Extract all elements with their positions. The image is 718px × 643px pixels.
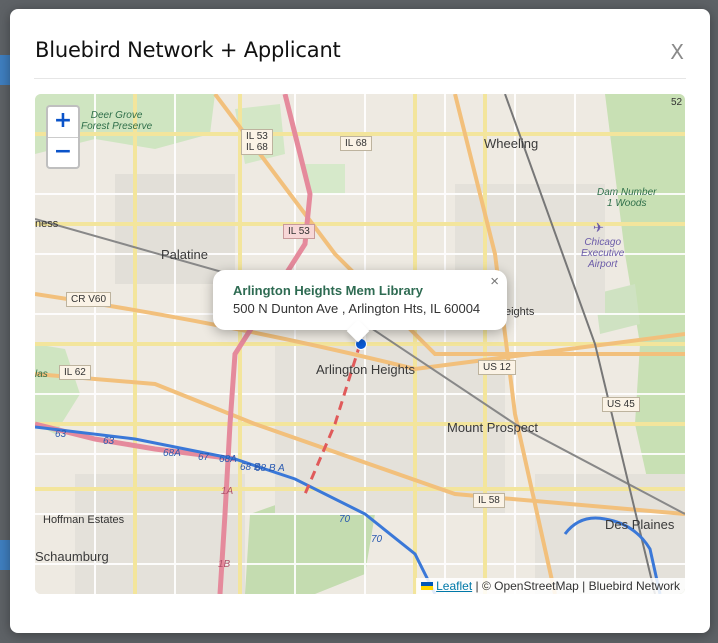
- route-shield: IL 62: [59, 365, 91, 380]
- place-label: Wheeling: [484, 136, 539, 151]
- popup-location-address: 500 N Dunton Ave , Arlington Hts, IL 600…: [233, 301, 481, 316]
- place-label: Schaumburg: [35, 549, 109, 564]
- route-shield: IL 53: [283, 224, 315, 239]
- route-label: 68A: [163, 448, 181, 459]
- popup-location-name: Arlington Heights Mem Library: [233, 283, 423, 298]
- backdrop-accent: [0, 55, 10, 85]
- airport-icon: ✈: [593, 220, 604, 235]
- close-button[interactable]: X: [670, 40, 684, 64]
- place-label: eights: [505, 306, 535, 318]
- zoom-out-button[interactable]: −: [48, 138, 78, 168]
- zoom-in-button[interactable]: +: [48, 107, 78, 138]
- location-popup: × Arlington Heights Mem Library 500 N Du…: [213, 270, 507, 330]
- route-label: 1A: [221, 486, 234, 497]
- place-label: Hoffman Estates: [43, 514, 125, 526]
- route-label: 70: [339, 514, 351, 525]
- park-label: Deer Grove Forest Preserve: [81, 110, 153, 132]
- zoom-control: + −: [46, 105, 80, 169]
- attribution-text: | © OpenStreetMap | Bluebird Network: [472, 579, 680, 593]
- place-label: las: [35, 369, 48, 380]
- modal-title: Bluebird Network + Applicant: [35, 38, 341, 62]
- modal-header: Bluebird Network + Applicant X: [34, 9, 686, 79]
- route-shield: US 45: [602, 397, 640, 412]
- route-label: 70: [371, 534, 383, 545]
- map-view[interactable]: + − Wheeling Palatine Arlington Heights …: [35, 94, 685, 594]
- place-label: Mount Prospect: [447, 420, 539, 435]
- park-label: Dam Number 1 Woods: [597, 187, 657, 209]
- map-modal: Bluebird Network + Applicant X + − Wheel…: [10, 9, 710, 633]
- route-label: 63: [103, 436, 115, 447]
- route-shield: US 12: [478, 360, 516, 375]
- place-label: Palatine: [161, 247, 208, 262]
- leaflet-link[interactable]: Leaflet: [436, 579, 472, 593]
- place-label: Arlington Heights: [316, 362, 415, 377]
- route-shield: IL 68: [340, 136, 372, 151]
- airport-label: Chicago Executive Airport: [581, 237, 625, 270]
- map-attribution: Leaflet | © OpenStreetMap | Bluebird Net…: [416, 578, 685, 594]
- route-label: 1B: [218, 559, 231, 570]
- route-label: 68A: [219, 454, 237, 465]
- place-label: Des Plaines: [605, 517, 675, 532]
- backdrop-accent: [0, 540, 10, 570]
- route-shield: IL 58: [473, 493, 505, 508]
- place-label: ness: [35, 218, 59, 230]
- route-shield: IL 53 IL 68: [241, 129, 273, 155]
- route-label: 68 B A: [255, 463, 285, 474]
- route-label: 67: [198, 452, 210, 463]
- ukraine-flag-icon: [421, 582, 434, 590]
- route-shield: 52: [671, 97, 683, 108]
- popup-close-button[interactable]: ×: [490, 273, 499, 290]
- route-shield: CR V60: [66, 292, 112, 307]
- route-label: 63: [55, 429, 67, 440]
